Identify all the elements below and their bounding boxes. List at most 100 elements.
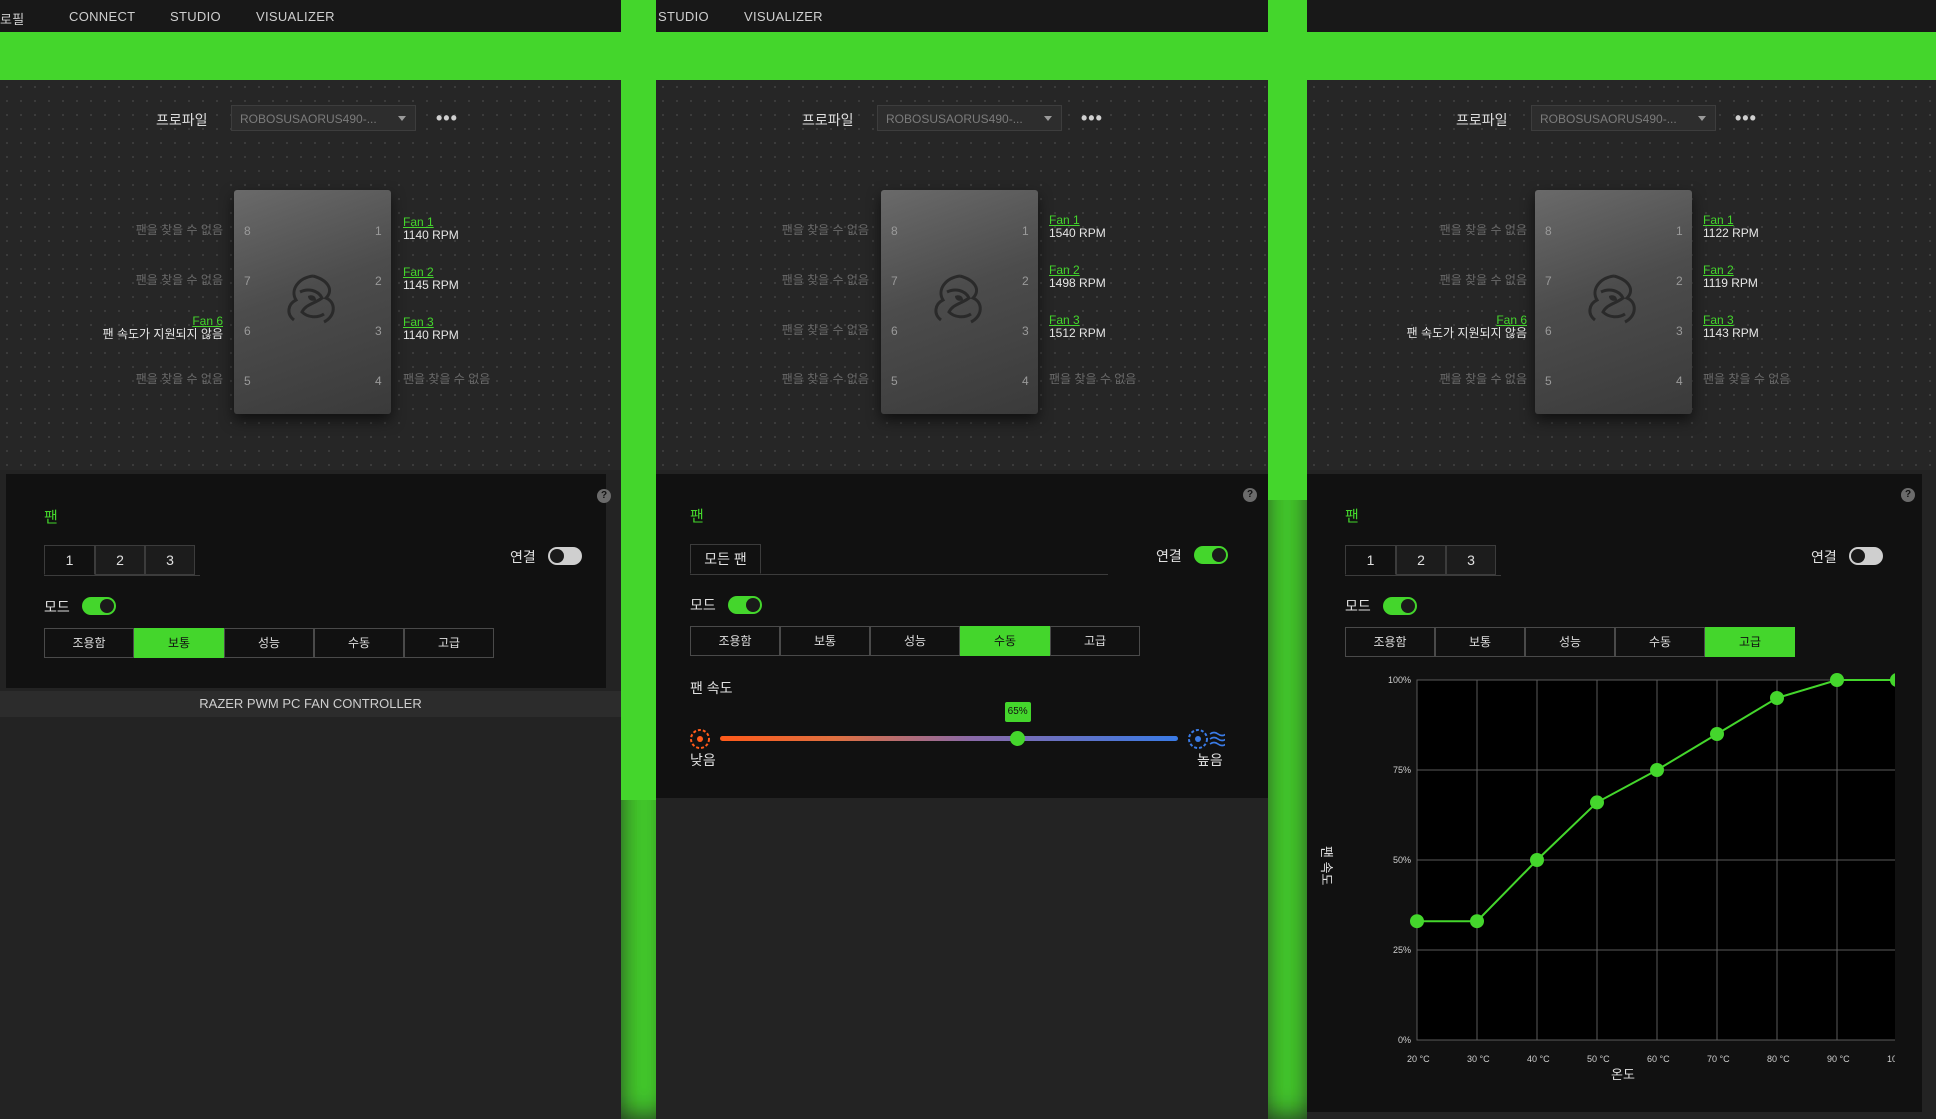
y-tick-label: 0% — [1398, 1035, 1411, 1045]
mode-performance-button[interactable]: 성능 — [870, 626, 960, 656]
port-6: 6 — [244, 324, 251, 338]
mode-manual-button[interactable]: 수동 — [1615, 627, 1705, 657]
more-options-icon[interactable]: ••• — [436, 108, 458, 129]
fan-3-rpm: 1140 RPM — [403, 328, 459, 342]
fan-speed-slider-handle[interactable] — [1010, 731, 1026, 746]
nav-studio[interactable]: STUDIO — [170, 9, 221, 24]
fan-speed-label: 팬 속도 — [690, 680, 733, 696]
mode-normal-button[interactable]: 보통 — [134, 628, 224, 658]
profile-select[interactable]: ROBOSUSAORUS490-... — [231, 105, 416, 131]
y-axis-label: 팬 속도 — [1319, 846, 1334, 886]
curve-point-handle[interactable] — [1710, 727, 1724, 741]
port-7: 7 — [244, 274, 251, 288]
profile-select[interactable]: ROBOSUSAORUS490-... — [1531, 105, 1716, 131]
mode-manual-button[interactable]: 수동 — [314, 628, 404, 658]
fan-speed-value-tooltip: 65% — [1004, 702, 1031, 722]
help-icon[interactable]: ? — [1901, 488, 1915, 502]
curve-point-handle[interactable] — [1530, 853, 1544, 867]
tab-fan-3[interactable]: 3 — [145, 545, 195, 575]
panel-2: STUDIO VISUALIZER 프로파일 ROBOSUSAORUS490-.… — [656, 0, 1268, 1119]
fan-settings-card: 팬 ? 1 2 3 연결 모드 조용함 보통 성능 수동 고급 — [6, 474, 611, 688]
fan-2-status: Fan 2 1498 RPM — [1049, 264, 1106, 290]
tab-fan-2[interactable]: 2 — [1396, 545, 1446, 575]
mode-normal-button[interactable]: 보통 — [1435, 627, 1525, 657]
fan-2-rpm: 1119 RPM — [1703, 276, 1758, 290]
top-nav — [1307, 0, 1936, 32]
fan-6-unsupported: 팬 속도가 지원되지 않음 — [102, 327, 223, 341]
mode-advanced-button[interactable]: 고급 — [1705, 627, 1795, 657]
x-tick-label: 60 °C — [1647, 1054, 1670, 1064]
fan-settings-card: 팬 ? 1 2 3 연결 모드 조용함 보통 성능 수동 고급 100% 75% 5… — [1307, 474, 1922, 1112]
link-label: 연결 — [1811, 549, 1837, 565]
fan-controller-device: 8 7 6 5 1 2 3 4 — [881, 190, 1038, 414]
nav-profile[interactable]: 로필 — [0, 9, 25, 28]
port-2: 2 — [1676, 274, 1683, 288]
card-title: 팬 — [1345, 508, 1359, 525]
link-toggle[interactable] — [1194, 546, 1228, 564]
port-7-status: 팬을 찾을 수 없음 — [781, 273, 869, 287]
fan-2-status: Fan 2 1119 RPM — [1703, 264, 1758, 290]
mode-advanced-button[interactable]: 고급 — [1050, 626, 1140, 656]
nav-connect[interactable]: CONNECT — [69, 9, 135, 24]
chevron-down-icon — [398, 116, 406, 121]
fan-3-rpm: 1143 RPM — [1703, 326, 1759, 340]
panel-3: 프로파일 ROBOSUSAORUS490-... ••• 8 7 6 5 1 2… — [1307, 0, 1936, 1119]
nav-visualizer[interactable]: VISUALIZER — [744, 9, 823, 24]
mode-label: 모드 — [1345, 598, 1371, 614]
curve-point-handle[interactable] — [1470, 914, 1484, 929]
green-stripe — [1307, 32, 1936, 80]
nav-studio[interactable]: STUDIO — [658, 9, 709, 24]
more-options-icon[interactable]: ••• — [1735, 108, 1757, 129]
fan-2-status: Fan 2 1145 RPM — [403, 266, 459, 292]
tab-all-fans[interactable]: 모든 팬 — [690, 544, 761, 574]
link-toggle[interactable] — [1849, 547, 1883, 565]
port-7-status: 팬을 찾을 수 없음 — [135, 273, 223, 287]
razer-logo-icon — [1588, 274, 1636, 324]
card-title: 팬 — [690, 508, 704, 525]
nav-visualizer[interactable]: VISUALIZER — [256, 9, 335, 24]
tab-fan-3[interactable]: 3 — [1446, 545, 1496, 575]
mode-quiet-button[interactable]: 조용함 — [44, 628, 134, 658]
mode-advanced-button[interactable]: 고급 — [404, 628, 494, 658]
tab-fan-2[interactable]: 2 — [95, 545, 145, 575]
mode-toggle[interactable] — [1383, 597, 1417, 615]
link-label: 연결 — [510, 549, 536, 565]
port-4-status: 팬을 찾을 수 없음 — [403, 372, 491, 386]
tab-fan-1[interactable]: 1 — [44, 545, 95, 575]
fan-3-status: Fan 3 1143 RPM — [1703, 314, 1759, 340]
curve-point-handle[interactable] — [1830, 673, 1844, 687]
mode-performance-button[interactable]: 성능 — [224, 628, 314, 658]
fan-curve-chart[interactable]: 100% 75% 50% 25% 0% 20 °C 30 °C 40 °C 50 °C 60 °… — [1335, 670, 1895, 1090]
fan-speed-slider-track[interactable] — [720, 736, 1178, 741]
fan-tabs: 1 2 3 — [1345, 545, 1501, 576]
card-title: 팬 — [44, 509, 58, 526]
profile-select[interactable]: ROBOSUSAORUS490-... — [877, 105, 1062, 131]
fan-3-status: Fan 3 1140 RPM — [403, 316, 459, 342]
curve-point-handle[interactable] — [1410, 914, 1424, 929]
fan-tabs: 1 2 3 — [44, 545, 200, 576]
x-tick-label: 90 °C — [1827, 1054, 1850, 1064]
more-options-icon[interactable]: ••• — [1081, 108, 1103, 129]
curve-point-handle[interactable] — [1650, 763, 1664, 777]
mode-quiet-button[interactable]: 조용함 — [1345, 627, 1435, 657]
mode-normal-button[interactable]: 보통 — [780, 626, 870, 656]
mode-toggle[interactable] — [728, 596, 762, 614]
mode-toggle[interactable] — [82, 597, 116, 615]
x-tick-label: 50 °C — [1587, 1054, 1610, 1064]
port-4-status: 팬을 찾을 수 없음 — [1049, 372, 1137, 386]
fan-3-status: Fan 3 1512 RPM — [1049, 314, 1106, 340]
green-stripe — [0, 32, 621, 80]
mode-quiet-button[interactable]: 조용함 — [690, 626, 780, 656]
mode-buttons: 조용함 보통 성능 수동 고급 — [690, 626, 1140, 656]
port-5-status: 팬을 찾을 수 없음 — [781, 372, 869, 386]
mode-manual-button[interactable]: 수동 — [960, 626, 1050, 656]
link-toggle[interactable] — [548, 547, 582, 565]
panel-1: 로필 CONNECT STUDIO VISUALIZER 프로파일 ROBOSU… — [0, 0, 621, 1119]
curve-point-handle[interactable] — [1590, 795, 1604, 810]
curve-point-handle[interactable] — [1770, 691, 1784, 705]
help-icon[interactable]: ? — [1243, 488, 1257, 502]
help-icon[interactable]: ? — [597, 489, 611, 503]
tab-fan-1[interactable]: 1 — [1345, 545, 1396, 575]
mode-performance-button[interactable]: 성능 — [1525, 627, 1615, 657]
y-tick-label: 50% — [1393, 855, 1411, 865]
